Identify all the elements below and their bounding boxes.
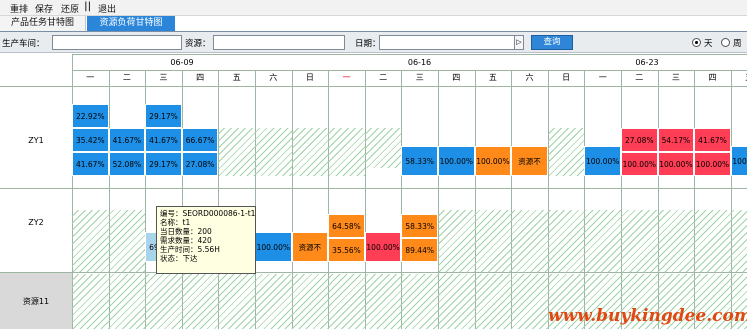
- gantt-chart: 06-09 06-16 06-23 一 二 三 四 五 六 日 一 二 三 四 五 六 日 一 二 三 四 五 ZY…: [0, 54, 747, 329]
- grid-hline: [72, 54, 747, 55]
- tooltip-line-code: 编号：SEORD000086-1-t1: [160, 209, 256, 218]
- date-picker-arrow-icon[interactable]: ▷: [515, 35, 524, 50]
- tooltip-line-name: 名称：t1: [160, 218, 191, 227]
- load-block[interactable]: 100.00%: [657, 152, 695, 176]
- watermark-text: www.buykingdee.com: [548, 306, 747, 326]
- grid-hline: [72, 70, 747, 71]
- menu-save[interactable]: 保存: [35, 2, 53, 15]
- load-block[interactable]: 22.92%: [72, 104, 109, 128]
- day-header: 四: [452, 73, 461, 82]
- menu-exit[interactable]: 退出: [98, 2, 116, 15]
- day-header: 一: [342, 73, 351, 82]
- load-block[interactable]: 64.58%: [328, 214, 365, 238]
- workshop-input[interactable]: [52, 35, 182, 50]
- idle-hatch: [72, 210, 146, 272]
- idle-hatch: [547, 128, 585, 176]
- load-block[interactable]: 29.17%: [145, 152, 182, 176]
- load-block[interactable]: 54.17%: [657, 128, 695, 152]
- view-week-radio[interactable]: [721, 38, 730, 47]
- grid-hline: [0, 86, 747, 87]
- load-block[interactable]: 100.00%: [438, 146, 475, 176]
- idle-hatch: [328, 128, 365, 176]
- load-block[interactable]: 100.00%: [730, 146, 747, 176]
- load-block[interactable]: 52.08%: [108, 152, 146, 176]
- load-block[interactable]: 100.00%: [364, 232, 402, 262]
- tab-resource-gantt[interactable]: 资源负荷甘特图: [87, 16, 175, 31]
- load-block[interactable]: 资源不: [291, 232, 329, 262]
- tooltip-line-day-qty: 当日数量：200: [160, 227, 212, 236]
- load-block[interactable]: 58.33%: [401, 146, 438, 176]
- menu-restore[interactable]: 还原: [61, 2, 79, 15]
- load-block[interactable]: 100.00%: [621, 152, 658, 176]
- load-block[interactable]: 89.44%: [401, 238, 438, 262]
- date-label: 日期：: [355, 39, 381, 49]
- date-input[interactable]: [379, 35, 515, 50]
- day-header: 六: [525, 73, 534, 82]
- menu-bar: 重排 保存 还原 || 退出: [0, 0, 747, 16]
- week-header-2: 06-16: [407, 58, 432, 67]
- load-block[interactable]: 35.42%: [72, 128, 109, 152]
- view-day-label: 天: [704, 39, 713, 49]
- day-header: 四: [196, 73, 205, 82]
- idle-hatch: [291, 128, 329, 176]
- grid-hline: [0, 188, 747, 189]
- tab-product-gantt[interactable]: 产品任务甘特图: [0, 16, 86, 31]
- workshop-label: 生产车间：: [2, 39, 45, 49]
- day-header: 日: [305, 73, 314, 82]
- day-header: 日: [562, 73, 571, 82]
- day-header: 一: [598, 73, 607, 82]
- idle-hatch: [218, 128, 292, 176]
- day-header: 二: [379, 73, 388, 82]
- query-button[interactable]: 查询: [531, 35, 573, 50]
- day-header: 五: [232, 73, 241, 82]
- day-header: 一: [86, 73, 95, 82]
- week-header-3: 06-23: [635, 58, 659, 67]
- resource-label: 资源：: [185, 39, 211, 49]
- load-block[interactable]: 35.56%: [328, 238, 365, 262]
- row-label-resource11: 资源11: [0, 272, 72, 329]
- load-block[interactable]: 100.00%: [255, 232, 292, 262]
- tooltip-line-prod-time: 生产时间：5.56H: [160, 245, 220, 254]
- idle-hatch: [438, 210, 747, 272]
- row-label-zy1: ZY1: [28, 136, 44, 145]
- idle-hatch: [364, 128, 402, 168]
- tab-bar: 产品任务甘特图 资源负荷甘特图: [0, 16, 747, 32]
- row-label-zy2: ZY2: [28, 218, 44, 227]
- day-header: 二: [635, 73, 644, 82]
- tooltip-line-demand-qty: 需求数量：420: [160, 236, 212, 245]
- day-header: 二: [122, 73, 131, 82]
- day-header: 五: [488, 73, 497, 82]
- week-header-1: 06-09: [170, 58, 194, 67]
- grid-hline: [0, 272, 747, 273]
- menu-separator: ||: [84, 1, 92, 12]
- view-day-radio[interactable]: [692, 38, 701, 47]
- load-block[interactable]: 100.00%: [474, 146, 512, 176]
- load-block[interactable]: 27.08%: [181, 152, 219, 176]
- menu-rearrange[interactable]: 重排: [10, 2, 28, 15]
- task-tooltip: 编号：SEORD000086-1-t1 名称：t1 当日数量：200 需求数量：…: [156, 206, 256, 274]
- load-block[interactable]: 41.67%: [145, 128, 182, 152]
- day-header: 五: [731, 70, 747, 86]
- load-block[interactable]: 41.67%: [694, 128, 731, 152]
- load-block[interactable]: 66.67%: [181, 128, 219, 152]
- day-header: 三: [159, 73, 168, 82]
- load-block[interactable]: 资源不: [511, 146, 548, 176]
- load-block[interactable]: 29.17%: [145, 104, 182, 128]
- day-header: 三: [671, 73, 680, 82]
- load-block[interactable]: 100.00%: [694, 152, 731, 176]
- day-header: 六: [269, 73, 278, 82]
- tooltip-line-status: 状态：下达: [160, 254, 198, 263]
- load-block[interactable]: 27.08%: [621, 128, 658, 152]
- day-header: 三: [415, 73, 424, 82]
- filter-bar: 生产车间： 资源： 日期： ▷ 查询 天 周: [0, 32, 747, 53]
- load-block[interactable]: 100.00%: [584, 146, 621, 176]
- resource-input[interactable]: [213, 35, 345, 50]
- load-block[interactable]: 41.67%: [108, 128, 146, 152]
- load-block[interactable]: 41.67%: [72, 152, 109, 176]
- load-block[interactable]: 58.33%: [401, 214, 438, 238]
- day-header: 四: [708, 73, 717, 82]
- view-week-label: 周: [733, 39, 742, 49]
